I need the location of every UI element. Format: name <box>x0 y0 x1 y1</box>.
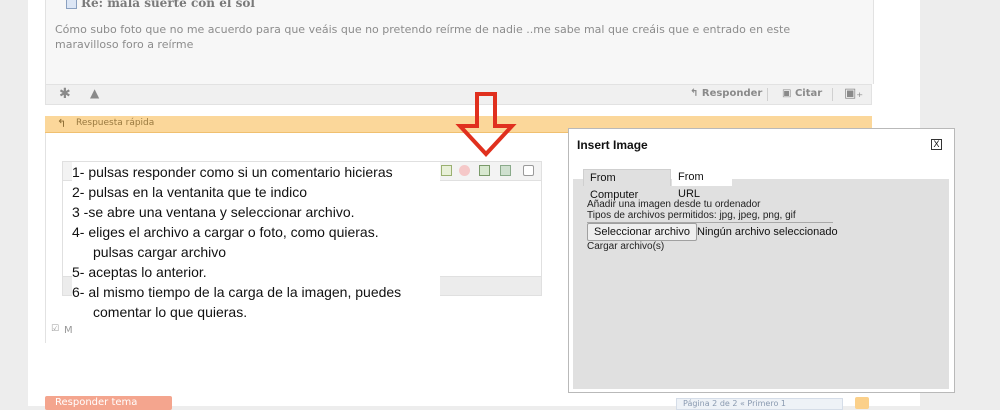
forum-post: Re: mala suerte con el sol Cómo subo fot… <box>45 0 874 84</box>
no-file-text: Ningún archivo seleccionado <box>697 226 838 238</box>
post-title[interactable]: Re: mala suerte con el sol <box>66 0 255 10</box>
divider <box>832 88 833 101</box>
instruction-line: 5- aceptas lo anterior. <box>72 264 207 280</box>
pagination[interactable]: Página 2 de 2 « Primero 1 <box>676 398 843 410</box>
instruction-line: pulsas cargar archivo <box>93 244 227 260</box>
instruction-line: 6- al mismo tiempo de la carga de la ima… <box>72 284 402 300</box>
star-icon[interactable]: ✱ <box>59 86 71 102</box>
emoticon-icon[interactable] <box>459 165 470 176</box>
instruction-line: comentar lo que quieras. <box>93 304 248 320</box>
comment-icon[interactable] <box>523 165 534 176</box>
reply-label: Responder <box>701 88 763 99</box>
instruction-line: 1- pulsas responder como si un comentari… <box>72 164 393 180</box>
instructions-overlay: 1- pulsas responder como si un comentari… <box>72 162 440 342</box>
tab-from-url[interactable]: From URL <box>672 169 732 200</box>
insert-image-icon[interactable] <box>479 165 490 176</box>
reply-button[interactable]: ↰ Responder <box>690 88 762 99</box>
reply-arrow-icon: ↰ <box>57 117 67 130</box>
instruction-line: 4- eliges el archivo a cargar o foto, co… <box>72 224 379 240</box>
page-next-button[interactable] <box>855 397 869 409</box>
select-file-button[interactable]: Seleccionar archivo <box>587 223 697 241</box>
document-icon <box>66 0 77 9</box>
upload-link[interactable]: Cargar archivo(s) <box>587 241 664 252</box>
close-button[interactable]: X <box>931 139 942 150</box>
media-icon[interactable] <box>500 165 511 176</box>
reply-topic-button[interactable]: Responder tema <box>45 396 172 410</box>
dialog-panel: Añadir una imagen desde tu ordenador Tip… <box>573 179 949 389</box>
quote-button[interactable]: ▣ Citar <box>782 88 822 99</box>
image-icon[interactable] <box>441 165 452 176</box>
dialog-title: Insert Image <box>577 138 648 152</box>
multiquote-icon[interactable]: ▣₊ <box>844 86 863 101</box>
divider <box>767 88 768 101</box>
quote-label: Citar <box>794 88 823 99</box>
allowed-types-text: Tipos de archivos permitidos: jpg, jpeg,… <box>587 210 796 221</box>
instruction-line: 2- pulsas en la ventanita que te indico <box>72 184 308 200</box>
warning-icon[interactable]: ▲ <box>90 86 99 100</box>
down-arrow-icon <box>455 92 517 157</box>
post-body: Cómo subo foto que no me acuerdo para qu… <box>55 23 791 51</box>
tab-from-computer[interactable]: From Computer <box>583 169 671 201</box>
option-checkbox[interactable]: ☑ <box>51 324 59 334</box>
instruction-line: 3 -se abre una ventana y seleccionar arc… <box>72 204 355 220</box>
post-title-text[interactable]: Re: mala suerte con el sol <box>81 0 255 10</box>
quick-reply-title: Respuesta rápida <box>76 118 155 128</box>
insert-image-dialog: Insert Image X Añadir una imagen desde t… <box>568 128 955 393</box>
